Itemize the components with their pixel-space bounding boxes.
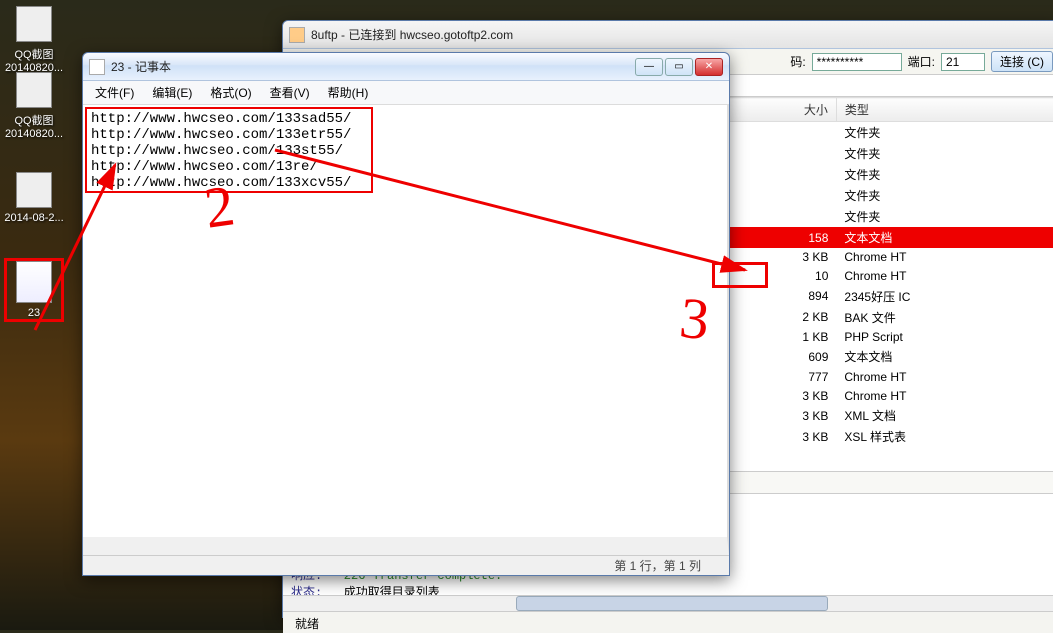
image-icon: [16, 6, 52, 42]
notepad-window[interactable]: 23 - 记事本 — ▭ ✕ 文件(F) 编辑(E) 格式(O) 查看(V) 帮…: [82, 52, 730, 576]
desktop-icon-qq1[interactable]: QQ截图 20140820...: [4, 6, 64, 74]
notepad-titlebar[interactable]: 23 - 记事本 — ▭ ✕: [83, 53, 729, 81]
notepad-statusbar: 第 1 行，第 1 列: [83, 555, 729, 575]
menu-format[interactable]: 格式(O): [202, 82, 259, 103]
desktop-icon-23txt[interactable]: 23: [4, 258, 64, 322]
minimize-button[interactable]: —: [635, 58, 663, 76]
port-label: 端口:: [908, 53, 935, 70]
icon-label: QQ截图 20140820...: [4, 112, 64, 140]
icon-label: 23: [7, 307, 61, 319]
image-icon: [16, 72, 52, 108]
notepad-content: http://www.hwcseo.com/133sad55/ http://w…: [91, 111, 351, 191]
ftp-hscrollbar[interactable]: [283, 595, 1053, 611]
desktop-icon-qq2[interactable]: QQ截图 20140820...: [4, 72, 64, 140]
col-size[interactable]: 大小: [724, 98, 836, 122]
notepad-title: 23 - 记事本: [111, 58, 635, 75]
icon-label: 2014-08-2...: [4, 212, 64, 224]
menu-help[interactable]: 帮助(H): [320, 82, 377, 103]
desktop-icon-date[interactable]: 2014-08-2...: [4, 172, 64, 224]
text-file-icon: [16, 261, 52, 303]
col-type[interactable]: 类型: [836, 98, 1053, 122]
notepad-textarea[interactable]: http://www.hwcseo.com/133sad55/ http://w…: [83, 105, 729, 555]
scrollbar-thumb[interactable]: [516, 596, 827, 611]
menu-file[interactable]: 文件(F): [87, 82, 142, 103]
menu-view[interactable]: 查看(V): [262, 82, 318, 103]
connect-button[interactable]: 连接 (C): [991, 51, 1053, 72]
icon-label: QQ截图 20140820...: [4, 46, 64, 74]
close-button[interactable]: ✕: [695, 58, 723, 76]
ftp-app-icon: [289, 27, 305, 43]
notepad-icon: [89, 59, 105, 75]
port-input[interactable]: [941, 53, 985, 71]
notepad-menubar[interactable]: 文件(F) 编辑(E) 格式(O) 查看(V) 帮助(H): [83, 81, 729, 105]
password-label: 码:: [790, 53, 805, 70]
maximize-button[interactable]: ▭: [665, 58, 693, 76]
menu-edit[interactable]: 编辑(E): [144, 82, 200, 103]
log-line: 状态: 成功取得目录列表: [291, 583, 1053, 595]
ftp-titlebar[interactable]: 8uftp - 已连接到 hwcseo.gotoftp2.com: [283, 21, 1053, 49]
password-input[interactable]: [812, 53, 902, 71]
ftp-title: 8uftp - 已连接到 hwcseo.gotoftp2.com: [311, 26, 1053, 43]
image-icon: [16, 172, 52, 208]
caret-position: 第 1 行，第 1 列: [614, 557, 701, 574]
